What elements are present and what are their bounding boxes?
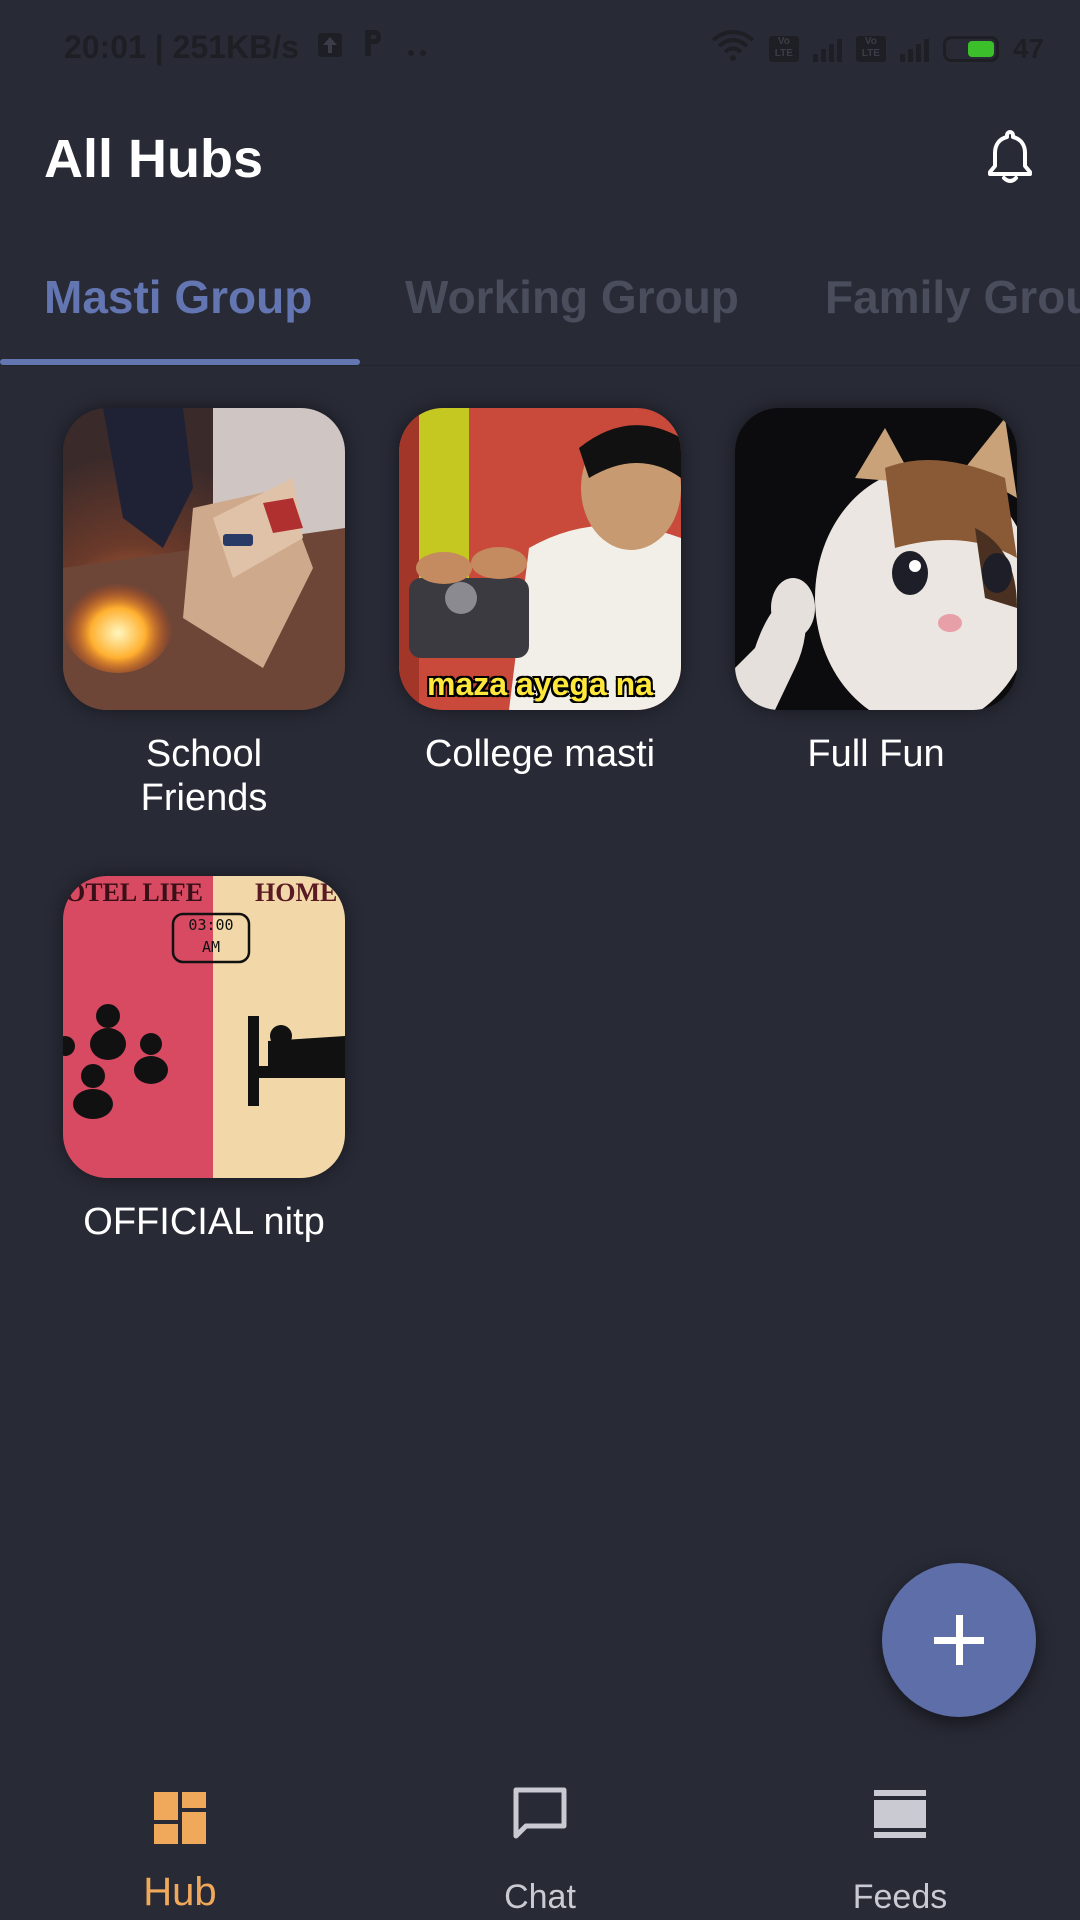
hub-thumbnail-official-nitp[interactable]: OTEL LIFE HOME 03:00 AM <box>63 876 345 1178</box>
hub-thumbnail-college-masti[interactable]: maza ayega na <box>399 408 681 710</box>
tab-working-group[interactable]: Working Group <box>405 270 739 324</box>
nav-label-feeds: Feeds <box>852 1878 948 1916</box>
status-right: Vo LTE Vo LTE 47 <box>711 30 1044 67</box>
hub-name: Full Fun <box>807 733 945 775</box>
tab-indicator <box>0 359 360 365</box>
hub-name: School Friends <box>140 733 268 819</box>
nav-label-hub: Hub <box>143 1870 217 1914</box>
signal-4g-icon <box>899 36 929 62</box>
nav-label-chat: Chat <box>504 1878 576 1916</box>
page-title: All Hubs <box>44 129 264 189</box>
hub-official-nitp[interactable]: OTEL LIFE HOME 03:00 AM OFFICIAL nitp <box>54 876 354 1244</box>
plus-icon <box>934 1615 984 1665</box>
nav-hub[interactable]: Hub <box>0 1760 360 1920</box>
thumbnail-clock-time: 03:00 <box>188 916 234 934</box>
tab-bar: Masti Group Working Group Family Grou <box>0 250 1080 366</box>
bottom-nav: Hub Chat Feeds <box>0 1760 1080 1920</box>
hub-school-friends[interactable]: School Friends <box>54 408 354 820</box>
tab-family-group[interactable]: Family Grou <box>825 270 1080 324</box>
hub-thumbnail-full-fun[interactable] <box>735 408 1017 710</box>
status-time: 20:01 | 251KB/s <box>64 28 299 65</box>
battery-level: 47 <box>1012 32 1044 64</box>
signal-icon <box>812 36 842 62</box>
bell-icon[interactable] <box>980 126 1040 186</box>
dashboard-icon <box>154 1792 206 1844</box>
volte-icon: Vo LTE <box>768 35 799 62</box>
hub-name: College masti <box>424 733 656 775</box>
thumbnail-clock-ampm: AM <box>201 938 221 956</box>
feeds-icon <box>874 1790 926 1838</box>
status-bar: 20:01 | 251KB/s Vo LTE Vo LTE 47 <box>0 0 1080 100</box>
paytm-icon <box>361 28 387 66</box>
hub-thumbnail-school-friends[interactable] <box>63 408 345 710</box>
thumbnail-caption: maza ayega na <box>427 666 653 702</box>
chat-icon <box>513 1787 567 1839</box>
hub-full-fun[interactable]: Full Fun <box>726 408 1026 776</box>
screen: 20:01 | 251KB/s Vo LTE Vo LTE 47 All Hub… <box>0 0 1080 1920</box>
tab-masti-group[interactable]: Masti Group <box>44 270 312 324</box>
thumbnail-left-text: OTEL LIFE <box>65 878 203 907</box>
hub-name: OFFICIAL nitp <box>83 1201 325 1243</box>
battery-icon <box>942 35 999 62</box>
more-dots-icon <box>405 29 429 66</box>
upload-icon <box>317 29 343 66</box>
volte-icon-2: Vo LTE <box>855 35 886 62</box>
hub-college-masti[interactable]: maza ayega na College masti <box>390 408 690 776</box>
add-hub-button[interactable] <box>882 1563 1036 1717</box>
wifi-icon <box>711 30 755 67</box>
status-left: 20:01 | 251KB/s <box>64 28 429 66</box>
nav-feeds[interactable]: Feeds <box>720 1760 1080 1920</box>
thumbnail-right-text: HOME <box>255 878 338 907</box>
nav-chat[interactable]: Chat <box>360 1760 720 1920</box>
